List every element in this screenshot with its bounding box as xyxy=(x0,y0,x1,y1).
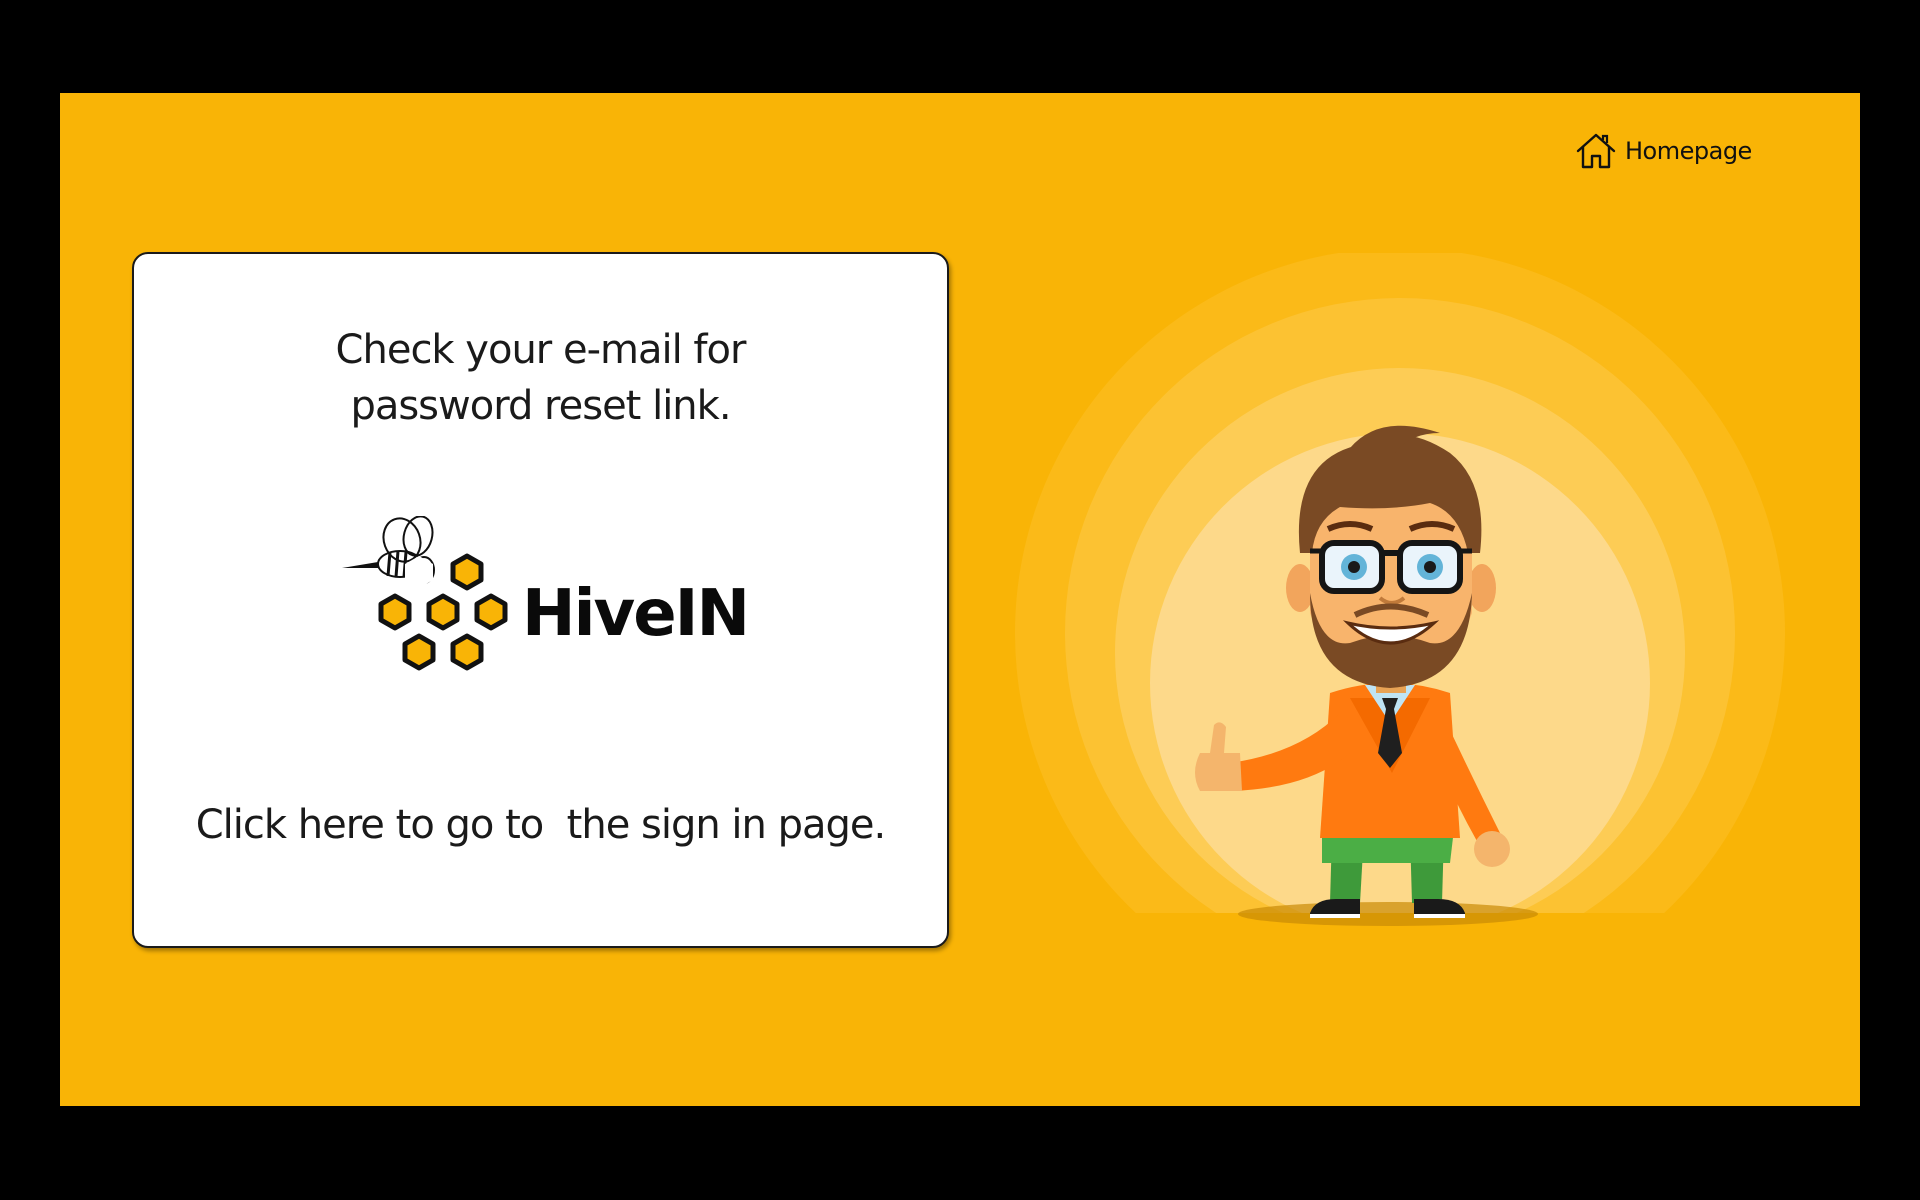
sign-in-link[interactable]: Click here to go to the sign in page. xyxy=(134,802,947,848)
reset-message: Check your e-mail for password reset lin… xyxy=(134,322,947,434)
home-icon xyxy=(1575,132,1617,170)
reset-confirmation-card: Check your e-mail for password reset lin… xyxy=(132,252,949,948)
main-canvas: Homepage Check your e-mail for password … xyxy=(60,93,1860,1106)
cartoon-man-illustration xyxy=(1010,248,1860,1106)
message-line-1: Check your e-mail for xyxy=(335,327,747,373)
homepage-link[interactable]: Homepage xyxy=(1575,131,1752,171)
homepage-label: Homepage xyxy=(1625,137,1752,165)
brand-name: HiveIN xyxy=(522,577,750,651)
message-line-2: password reset link. xyxy=(350,383,731,429)
hivein-logo: HiveIN xyxy=(340,515,750,686)
